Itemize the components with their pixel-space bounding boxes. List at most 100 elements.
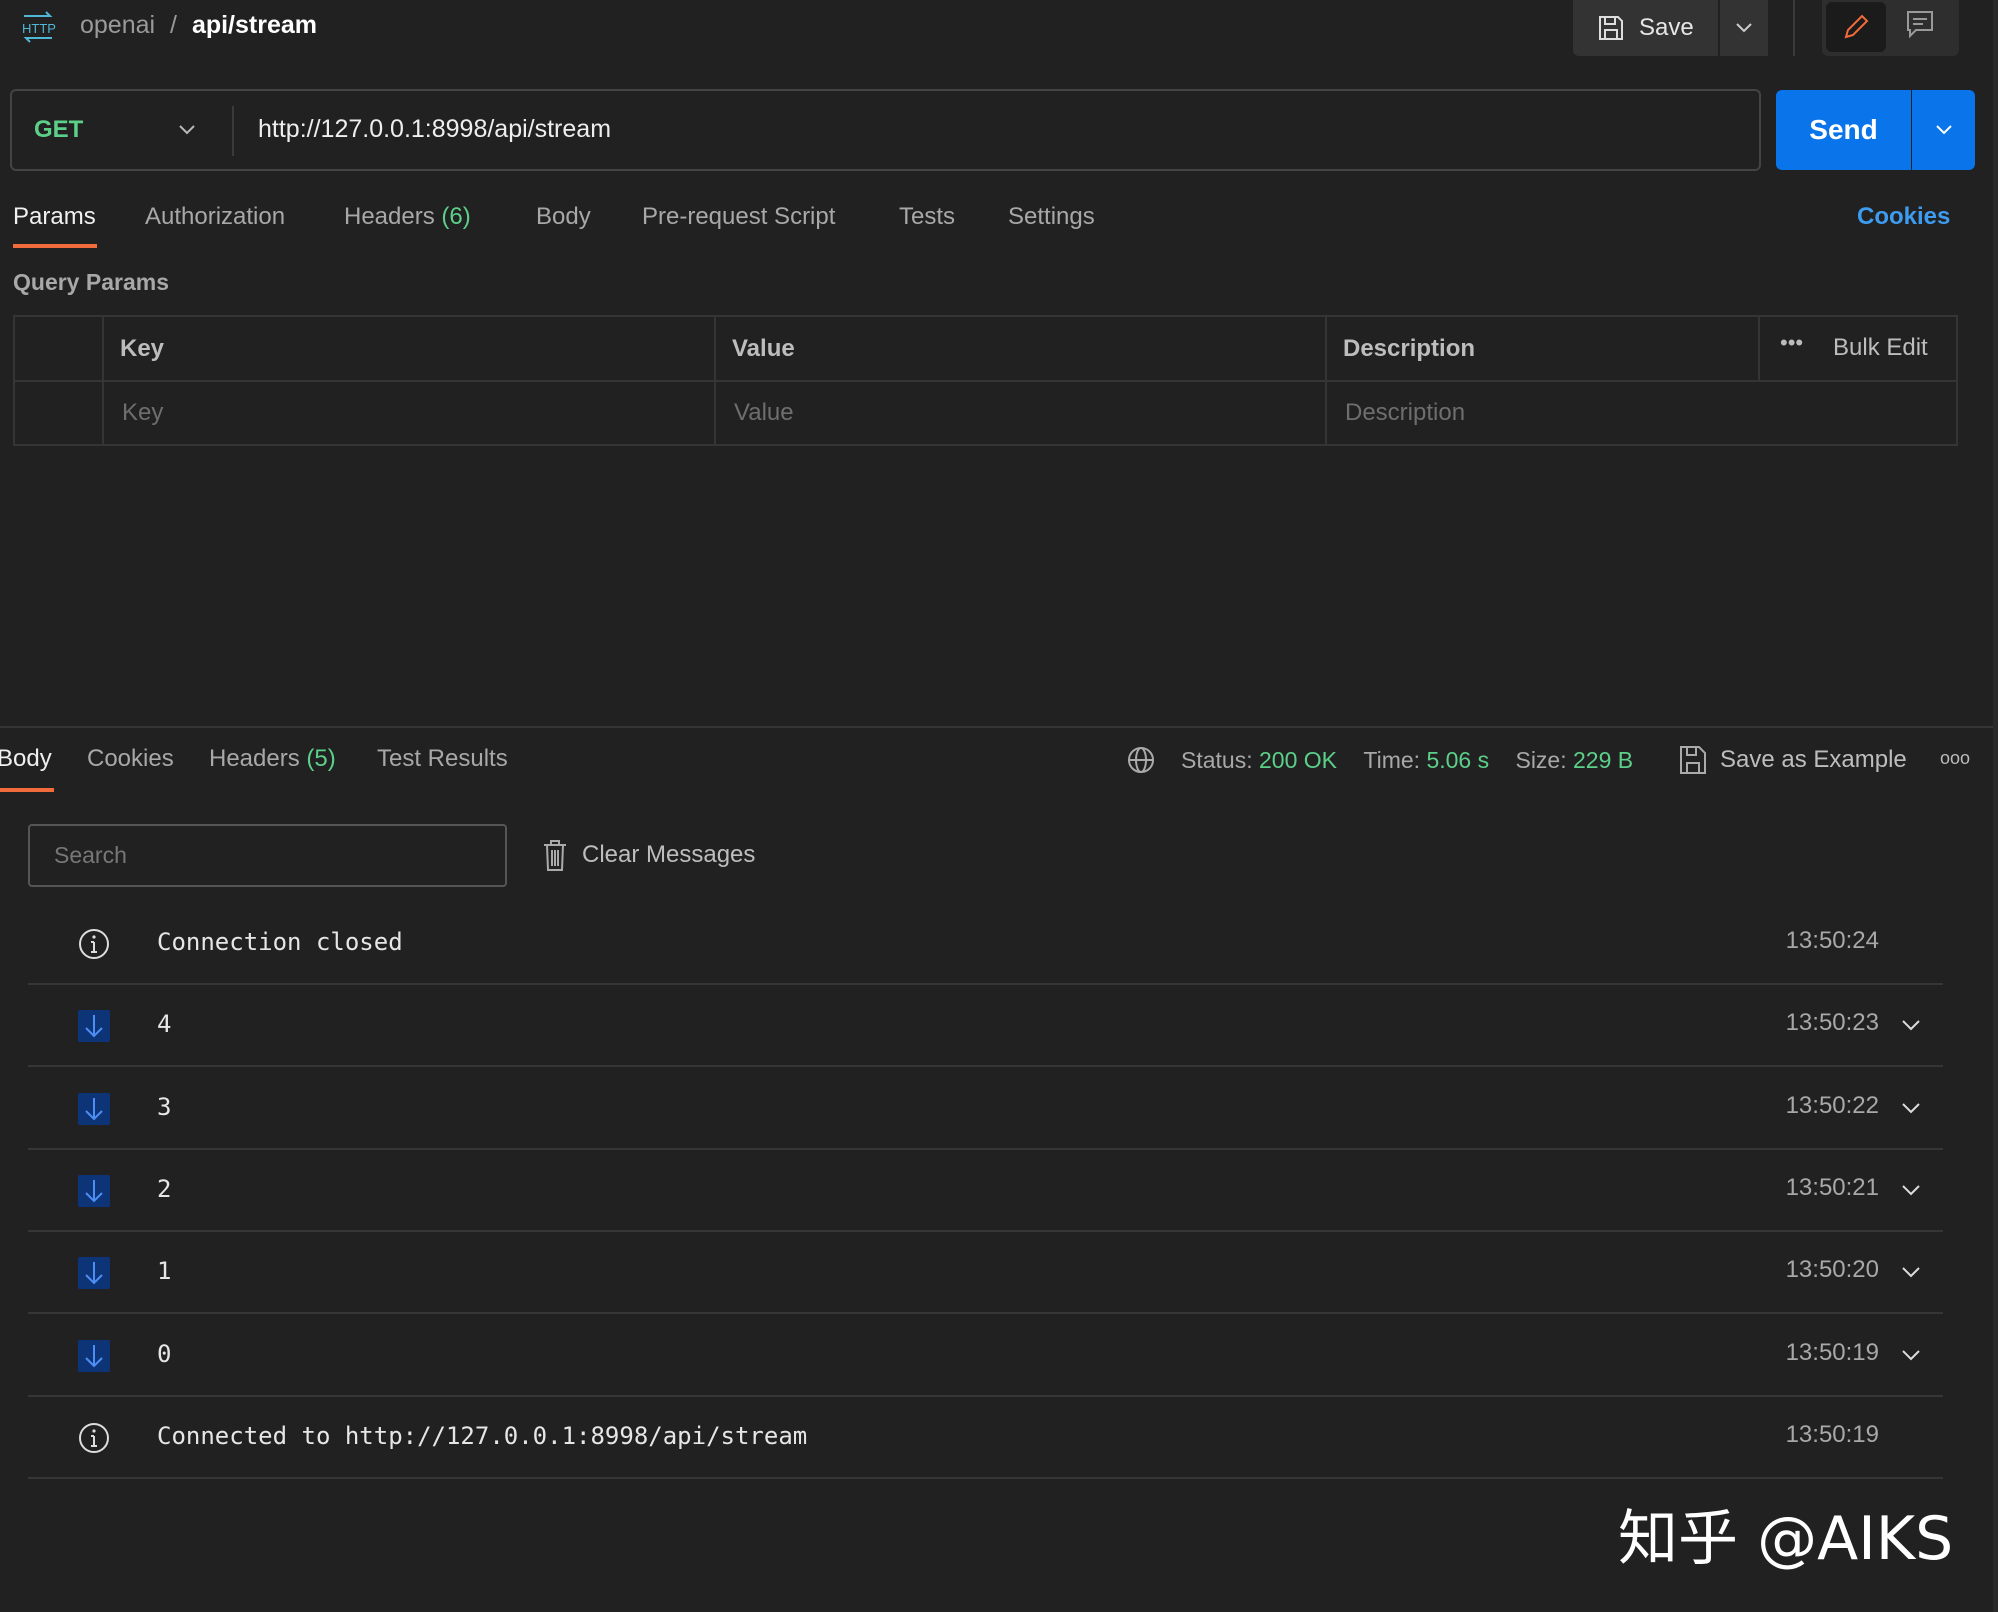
tab-authorization[interactable]: Authorization bbox=[145, 203, 285, 231]
clear-messages-label: Clear Messages bbox=[582, 841, 755, 869]
value-input[interactable]: Value bbox=[716, 381, 1325, 446]
message-row[interactable]: 0 13:50:19 bbox=[28, 1315, 1943, 1397]
response-tab-cookies[interactable]: Cookies bbox=[87, 745, 174, 773]
chevron-down-icon[interactable] bbox=[1899, 1013, 1923, 1037]
message-text: 3 bbox=[157, 1093, 171, 1121]
message-row[interactable]: Connected to http://127.0.0.1:8998/api/s… bbox=[28, 1397, 1943, 1479]
status-value[interactable]: 200 OK bbox=[1259, 747, 1337, 773]
chevron-down-icon bbox=[178, 124, 196, 136]
pencil-icon bbox=[1841, 12, 1871, 42]
message-time: 13:50:21 bbox=[1786, 1174, 1879, 1202]
method-label: GET bbox=[34, 116, 83, 144]
query-params-title: Query Params bbox=[13, 269, 169, 296]
save-label: Save bbox=[1639, 14, 1694, 42]
tab-label: Headers bbox=[209, 745, 300, 772]
edit-button[interactable] bbox=[1826, 2, 1886, 52]
message-time: 13:50:20 bbox=[1786, 1256, 1879, 1284]
response-tab-test-results[interactable]: Test Results bbox=[377, 745, 508, 773]
message-text: Connection closed bbox=[157, 928, 403, 956]
tab-body[interactable]: Body bbox=[536, 203, 591, 231]
cookies-link[interactable]: Cookies bbox=[1857, 203, 1950, 231]
tab-label: Headers bbox=[344, 203, 435, 230]
url-input[interactable]: http://127.0.0.1:8998/api/stream bbox=[258, 115, 611, 144]
response-tab-body[interactable]: Body bbox=[0, 745, 52, 773]
method-select[interactable]: GET bbox=[12, 91, 232, 169]
response-tab-headers[interactable]: Headers (5) bbox=[209, 745, 336, 773]
chevron-down-icon bbox=[1935, 124, 1953, 136]
send-options-dropdown[interactable] bbox=[1912, 90, 1975, 170]
scrollbar[interactable] bbox=[1993, 0, 1998, 1612]
chevron-down-icon[interactable] bbox=[1899, 1178, 1923, 1202]
http-icon: HTTP bbox=[20, 10, 56, 44]
tab-pre-request-script[interactable]: Pre-request Script bbox=[642, 203, 835, 231]
more-options-icon[interactable]: ooo bbox=[1940, 748, 1970, 769]
message-row[interactable]: 3 13:50:22 bbox=[28, 1068, 1943, 1150]
message-time: 13:50:22 bbox=[1786, 1092, 1879, 1120]
message-row[interactable]: 1 13:50:20 bbox=[28, 1232, 1943, 1314]
description-input[interactable]: Description bbox=[1327, 381, 1957, 446]
response-meta: Status: 200 OK Time: 5.06 s Size: 229 B bbox=[1181, 747, 1633, 774]
arrow-down-icon bbox=[78, 1257, 110, 1289]
message-row[interactable]: 4 13:50:23 bbox=[28, 985, 1943, 1067]
info-icon bbox=[78, 928, 110, 960]
tab-params[interactable]: Params bbox=[13, 203, 96, 231]
message-time: 13:50:19 bbox=[1786, 1339, 1879, 1367]
comments-button[interactable] bbox=[1904, 8, 1940, 44]
globe-icon[interactable] bbox=[1126, 745, 1156, 780]
breadcrumb-collection[interactable]: openai bbox=[80, 11, 155, 39]
tab-settings[interactable]: Settings bbox=[1008, 203, 1095, 231]
comment-icon bbox=[1904, 8, 1936, 40]
trash-icon bbox=[542, 838, 568, 872]
breadcrumb: openai / api/stream bbox=[80, 11, 317, 40]
save-icon bbox=[1597, 14, 1625, 42]
chevron-down-icon[interactable] bbox=[1899, 1260, 1923, 1284]
search-input[interactable]: Search bbox=[28, 824, 507, 887]
tab-active-indicator bbox=[0, 788, 54, 792]
svg-text:HTTP: HTTP bbox=[22, 21, 56, 36]
chevron-down-icon[interactable] bbox=[1899, 1096, 1923, 1120]
message-text: 2 bbox=[157, 1175, 171, 1203]
message-text: 0 bbox=[157, 1340, 171, 1368]
column-header-value: Value bbox=[716, 315, 811, 381]
info-icon bbox=[78, 1422, 110, 1454]
arrow-down-icon bbox=[78, 1093, 110, 1125]
bulk-edit-button[interactable]: Bulk Edit bbox=[1833, 334, 1928, 362]
chevron-down-icon[interactable] bbox=[1899, 1343, 1923, 1367]
size-label: Size: bbox=[1515, 747, 1566, 773]
headers-count: (5) bbox=[306, 745, 335, 772]
column-header-description: Description bbox=[1327, 315, 1491, 381]
save-as-example-button[interactable]: Save as Example bbox=[1678, 744, 1907, 776]
breadcrumb-separator: / bbox=[170, 11, 177, 39]
more-options-icon[interactable]: ••• bbox=[1780, 330, 1803, 356]
pane-divider[interactable] bbox=[0, 726, 1998, 728]
status-label: Status: bbox=[1181, 747, 1253, 773]
request-name[interactable]: api/stream bbox=[192, 11, 317, 39]
send-button[interactable]: Send bbox=[1776, 90, 1911, 170]
message-time: 13:50:23 bbox=[1786, 1009, 1879, 1037]
message-text: 1 bbox=[157, 1257, 171, 1285]
message-row[interactable]: 2 13:50:21 bbox=[28, 1150, 1943, 1232]
message-time: 13:50:24 bbox=[1786, 927, 1879, 955]
tab-active-indicator bbox=[13, 244, 97, 248]
divider bbox=[1758, 315, 1760, 381]
key-input[interactable]: Key bbox=[104, 381, 714, 446]
time-value[interactable]: 5.06 s bbox=[1426, 747, 1489, 773]
arrow-down-icon bbox=[78, 1340, 110, 1372]
arrow-down-icon bbox=[78, 1010, 110, 1042]
tab-tests[interactable]: Tests bbox=[899, 203, 955, 231]
tab-headers[interactable]: Headers (6) bbox=[344, 203, 471, 231]
arrow-down-icon bbox=[78, 1175, 110, 1207]
save-as-example-label: Save as Example bbox=[1720, 746, 1907, 774]
size-value[interactable]: 229 B bbox=[1573, 747, 1633, 773]
headers-count: (6) bbox=[441, 203, 470, 230]
divider bbox=[1793, 0, 1795, 56]
message-text: Connected to http://127.0.0.1:8998/api/s… bbox=[157, 1422, 807, 1450]
message-text: 4 bbox=[157, 1010, 171, 1038]
clear-messages-button[interactable]: Clear Messages bbox=[542, 838, 755, 872]
chevron-down-icon bbox=[1735, 22, 1753, 34]
message-time: 13:50:19 bbox=[1786, 1421, 1879, 1449]
time-label: Time: bbox=[1363, 747, 1420, 773]
save-button[interactable]: Save bbox=[1573, 0, 1718, 56]
message-row[interactable]: Connection closed 13:50:24 bbox=[28, 903, 1943, 985]
save-options-dropdown[interactable] bbox=[1720, 0, 1768, 56]
